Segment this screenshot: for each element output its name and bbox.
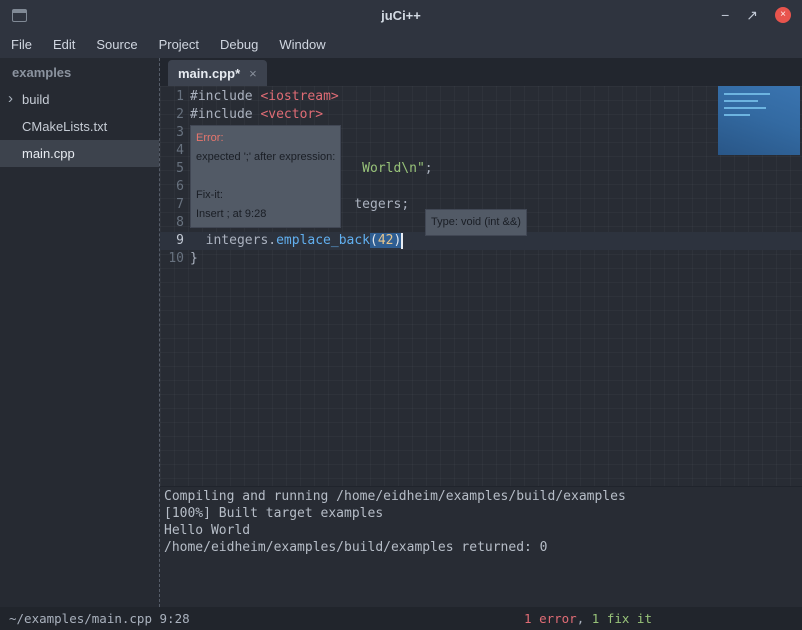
titlebar: juCi++ − ↗ × — [0, 0, 802, 30]
status-error-count: 1 error — [524, 611, 577, 626]
line-number: 1 — [160, 88, 190, 106]
tab-label: main.cpp* — [178, 66, 240, 81]
terminal-line: Compiling and running /home/eidheim/exam… — [164, 488, 802, 505]
line-number: 5 — [160, 160, 190, 178]
menu-file[interactable]: File — [11, 37, 32, 52]
minimap-line — [724, 107, 766, 109]
window-title: juCi++ — [0, 8, 802, 23]
status-file-position: ~/examples/main.cpp 9:28 — [9, 611, 190, 626]
tree-item-label: main.cpp — [22, 146, 75, 161]
window-controls: − ↗ × — [721, 0, 791, 30]
code-text: #include <vector> — [190, 106, 323, 124]
tooltip-error-message: expected ';' after expression: — [196, 148, 335, 167]
code-text: #include <iostream> — [190, 88, 339, 106]
tab-bar: main.cpp* × — [160, 58, 802, 86]
tree-item-label: CMakeLists.txt — [22, 119, 107, 134]
tree-item-main-cpp[interactable]: main.cpp — [0, 140, 159, 167]
line-number: 10 — [160, 250, 190, 268]
chevron-right-icon: › — [8, 90, 13, 107]
terminal-line: /home/eidheim/examples/build/examples re… — [164, 539, 802, 556]
code-editor[interactable]: 1#include <iostream>2#include <vector>34… — [160, 86, 802, 486]
menu-edit[interactable]: Edit — [53, 37, 75, 52]
line-number: 6 — [160, 178, 190, 196]
line-number: 2 — [160, 106, 190, 124]
output-terminal[interactable]: Compiling and running /home/eidheim/exam… — [160, 486, 802, 607]
minimap-line — [724, 100, 758, 102]
file-tree-panel: examples › build CMakeLists.txt main.cpp — [0, 58, 159, 607]
diagnostic-tooltip: Error: expected ';' after expression: Fi… — [190, 125, 341, 228]
tab-main-cpp[interactable]: main.cpp* × — [168, 60, 267, 86]
menu-window[interactable]: Window — [279, 37, 325, 52]
app-window: juCi++ − ↗ × File Edit Source Project Debug W… — [0, 0, 802, 630]
code-line-1[interactable]: 1#include <iostream> — [160, 88, 802, 106]
line-number: 3 — [160, 124, 190, 142]
text-cursor — [401, 233, 403, 249]
close-button[interactable]: × — [775, 7, 791, 23]
terminal-line: Hello World — [164, 522, 802, 539]
status-diagnostics: 1 error, 1 fix it — [524, 611, 652, 626]
main-content: examples › build CMakeLists.txt main.cpp ma… — [0, 58, 802, 607]
tooltip-fixit-text: Insert ; at 9:28 — [196, 205, 335, 224]
code-line-2[interactable]: 2#include <vector> — [160, 106, 802, 124]
file-tree: › build CMakeLists.txt main.cpp — [0, 86, 159, 167]
code-text: integers.emplace_back(42) — [190, 232, 401, 250]
tooltip-spacer — [196, 167, 335, 186]
tooltip-fixit-title: Fix-it: — [196, 186, 335, 205]
status-fixit-count: 1 fix it — [592, 611, 652, 626]
type-tooltip: Type: void (int &&) — [425, 209, 527, 236]
line-number: 7 — [160, 196, 190, 214]
status-bar: ~/examples/main.cpp 9:28 1 error, 1 fix … — [0, 607, 802, 630]
tooltip-error-title: Error: — [196, 129, 335, 148]
code-text: } — [190, 250, 198, 268]
line-number: 8 — [160, 214, 190, 232]
tree-item-cmakelists-txt[interactable]: CMakeLists.txt — [0, 113, 159, 140]
terminal-line: [100%] Built target examples — [164, 505, 802, 522]
menu-project[interactable]: Project — [159, 37, 199, 52]
editor-pane: main.cpp* × 1#include <iostream>2#includ… — [159, 58, 802, 607]
line-number: 9 — [160, 232, 190, 250]
menu-bar: File Edit Source Project Debug Window — [0, 30, 802, 58]
tree-item-build[interactable]: › build — [0, 86, 159, 113]
restore-button[interactable]: ↗ — [746, 8, 758, 22]
minimap-line — [724, 114, 750, 116]
tree-item-label: build — [22, 92, 49, 107]
minimap-line — [724, 93, 770, 95]
overview-map[interactable] — [718, 86, 800, 155]
menu-source[interactable]: Source — [96, 37, 137, 52]
tab-close-icon[interactable]: × — [249, 66, 257, 81]
status-separator: , — [577, 611, 592, 626]
project-root-label: examples — [0, 58, 159, 86]
app-icon — [12, 9, 27, 22]
menu-debug[interactable]: Debug — [220, 37, 258, 52]
line-number: 4 — [160, 142, 190, 160]
minimize-button[interactable]: − — [721, 8, 729, 22]
code-line-10[interactable]: 10} — [160, 250, 802, 268]
